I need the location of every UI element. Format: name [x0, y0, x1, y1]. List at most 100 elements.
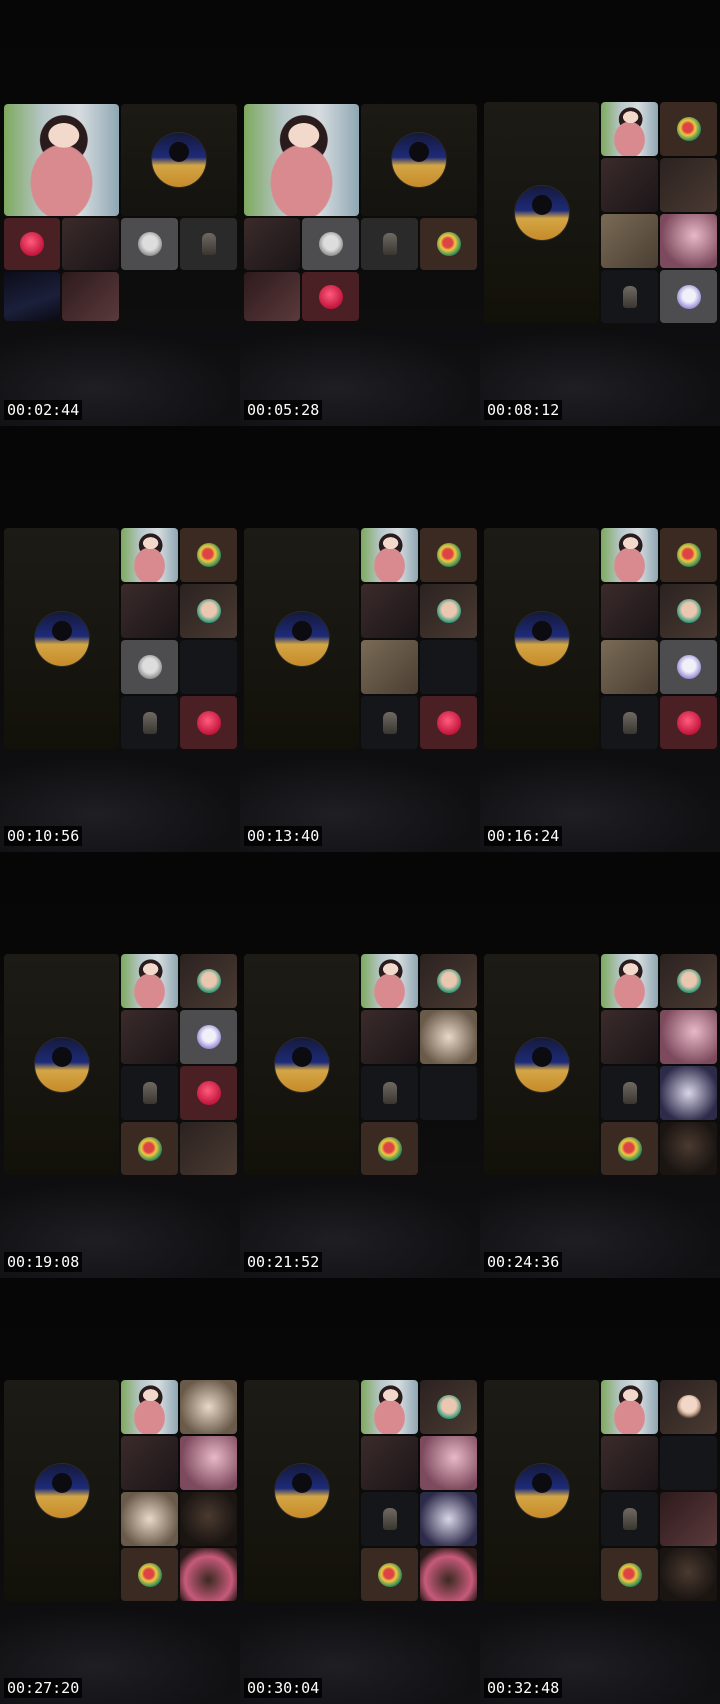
- participant-tile[interactable]: [660, 1380, 717, 1434]
- participant-tile-featured[interactable]: [244, 954, 359, 1175]
- participant-tile-portrait[interactable]: [121, 528, 178, 582]
- participant-tile[interactable]: [660, 528, 717, 582]
- participant-tile[interactable]: [180, 528, 237, 582]
- participant-tile[interactable]: [660, 1548, 717, 1601]
- participant-tile[interactable]: [121, 1492, 178, 1546]
- participant-tile[interactable]: [361, 696, 418, 749]
- participant-tile[interactable]: [660, 158, 717, 212]
- participant-tile-portrait[interactable]: [601, 954, 658, 1008]
- participant-tile[interactable]: [180, 1548, 237, 1601]
- participant-tile[interactable]: [121, 584, 178, 638]
- participant-tile[interactable]: [601, 1010, 658, 1064]
- participant-tile[interactable]: [361, 1548, 418, 1601]
- participant-tile[interactable]: [121, 696, 178, 749]
- participant-tile-portrait[interactable]: [601, 528, 658, 582]
- participant-tile[interactable]: [180, 584, 237, 638]
- participant-tile[interactable]: [361, 1492, 418, 1546]
- participant-tile-featured[interactable]: [484, 954, 599, 1175]
- participant-tile[interactable]: [420, 1548, 477, 1601]
- participant-tile[interactable]: [361, 1122, 418, 1175]
- participant-tile[interactable]: [601, 1436, 658, 1490]
- participant-tile[interactable]: [660, 1436, 717, 1490]
- participant-tile[interactable]: [601, 1122, 658, 1175]
- participant-tile[interactable]: [660, 954, 717, 1008]
- participant-tile-featured[interactable]: [244, 1380, 359, 1601]
- participant-tile[interactable]: [361, 1436, 418, 1490]
- participant-tile[interactable]: [601, 1066, 658, 1120]
- participant-tile[interactable]: [180, 218, 237, 270]
- participant-tile[interactable]: [601, 1548, 658, 1601]
- participant-tile[interactable]: [4, 218, 60, 270]
- participant-tile[interactable]: [660, 102, 717, 156]
- participant-tile[interactable]: [361, 218, 418, 270]
- participant-tile[interactable]: [420, 696, 477, 749]
- participant-tile-portrait[interactable]: [601, 1380, 658, 1434]
- participant-tile-featured[interactable]: [4, 528, 119, 749]
- participant-tile[interactable]: [361, 1010, 418, 1064]
- participant-tile[interactable]: [601, 696, 658, 749]
- participant-tile[interactable]: [121, 640, 178, 694]
- participant-tile-featured[interactable]: [361, 104, 477, 216]
- participant-tile[interactable]: [302, 218, 359, 270]
- participant-tile[interactable]: [420, 528, 477, 582]
- participant-tile-portrait[interactable]: [121, 954, 178, 1008]
- participant-tile[interactable]: [420, 1380, 477, 1434]
- participant-tile[interactable]: [244, 218, 300, 270]
- participant-tile[interactable]: [601, 214, 658, 268]
- participant-tile[interactable]: [660, 696, 717, 749]
- participant-tile[interactable]: [180, 1436, 237, 1490]
- participant-tile[interactable]: [180, 954, 237, 1008]
- participant-tile[interactable]: [420, 1010, 477, 1064]
- participant-tile[interactable]: [244, 272, 300, 321]
- participant-tile[interactable]: [660, 1122, 717, 1175]
- participant-tile-featured[interactable]: [244, 528, 359, 749]
- participant-tile[interactable]: [420, 218, 477, 270]
- participant-tile[interactable]: [660, 1492, 717, 1546]
- participant-tile-featured[interactable]: [4, 1380, 119, 1601]
- participant-tile-portrait[interactable]: [4, 104, 119, 216]
- participant-tile[interactable]: [420, 1066, 477, 1120]
- participant-tile-portrait[interactable]: [244, 104, 359, 216]
- participant-tile[interactable]: [180, 696, 237, 749]
- participant-tile-featured[interactable]: [484, 528, 599, 749]
- participant-tile[interactable]: [660, 1066, 717, 1120]
- participant-tile-portrait[interactable]: [361, 954, 418, 1008]
- participant-tile[interactable]: [361, 1066, 418, 1120]
- participant-tile[interactable]: [121, 1010, 178, 1064]
- participant-tile[interactable]: [601, 640, 658, 694]
- participant-tile[interactable]: [121, 1548, 178, 1601]
- participant-tile[interactable]: [420, 584, 477, 638]
- participant-tile[interactable]: [660, 584, 717, 638]
- participant-tile[interactable]: [660, 214, 717, 268]
- participant-tile[interactable]: [121, 1066, 178, 1120]
- participant-tile[interactable]: [180, 1492, 237, 1546]
- participant-tile[interactable]: [121, 1122, 178, 1175]
- participant-tile[interactable]: [420, 640, 477, 694]
- participant-tile[interactable]: [361, 640, 418, 694]
- participant-tile-portrait[interactable]: [121, 1380, 178, 1434]
- participant-tile[interactable]: [302, 272, 359, 321]
- participant-tile[interactable]: [180, 1010, 237, 1064]
- participant-tile[interactable]: [180, 1380, 237, 1434]
- participant-tile[interactable]: [601, 158, 658, 212]
- participant-tile[interactable]: [601, 584, 658, 638]
- participant-tile[interactable]: [420, 1492, 477, 1546]
- participant-tile[interactable]: [361, 584, 418, 638]
- participant-tile[interactable]: [121, 1436, 178, 1490]
- participant-tile[interactable]: [660, 1010, 717, 1064]
- participant-tile[interactable]: [420, 954, 477, 1008]
- participant-tile-featured[interactable]: [4, 954, 119, 1175]
- participant-tile[interactable]: [601, 1492, 658, 1546]
- participant-tile[interactable]: [660, 640, 717, 694]
- participant-tile[interactable]: [601, 270, 658, 323]
- participant-tile[interactable]: [180, 640, 237, 694]
- participant-tile[interactable]: [420, 1436, 477, 1490]
- participant-tile[interactable]: [660, 270, 717, 323]
- participant-tile-portrait[interactable]: [361, 1380, 418, 1434]
- participant-tile[interactable]: [180, 1066, 237, 1120]
- participant-tile[interactable]: [121, 218, 178, 270]
- participant-tile[interactable]: [62, 218, 119, 270]
- participant-tile-featured[interactable]: [484, 102, 599, 323]
- participant-tile-portrait[interactable]: [361, 528, 418, 582]
- participant-tile[interactable]: [62, 272, 119, 321]
